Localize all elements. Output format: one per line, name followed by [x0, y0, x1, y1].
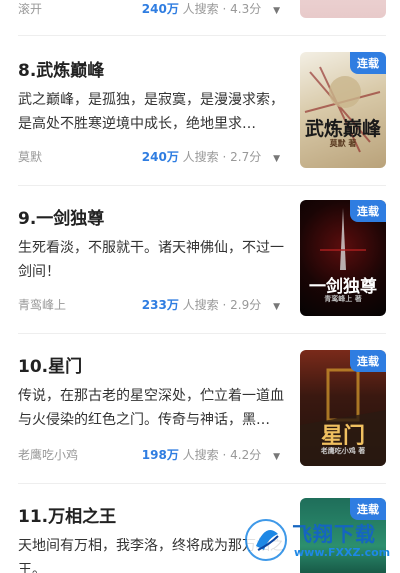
- book-title[interactable]: 10.星门: [18, 352, 82, 377]
- book-cover[interactable]: 一剑独尊 青鸾峰上 著 连载: [300, 200, 386, 316]
- search-label: 人搜索: [182, 150, 219, 164]
- status-badge: 连载: [350, 350, 386, 372]
- book-title[interactable]: 8.武炼巅峰: [18, 56, 104, 81]
- book-meta: 老鹰吃小鸡 198万 人搜索 · 4.2分 ▼: [18, 444, 280, 464]
- chevron-down-icon[interactable]: ▼: [273, 452, 280, 462]
- book-meta: 莫默 240万 人搜索 · 2.7分 ▼: [18, 146, 280, 166]
- chevron-down-icon[interactable]: ▼: [273, 302, 280, 312]
- search-label: 人搜索: [182, 298, 219, 312]
- rating: 2.9分: [230, 298, 262, 312]
- list-item-partial[interactable]: 滚开 240万 人搜索 · 4.3分 ▼: [0, 0, 400, 30]
- chevron-down-icon[interactable]: ▼: [273, 154, 280, 164]
- cover-title: 武炼巅峰: [304, 118, 381, 140]
- list-item[interactable]: 9.一剑独尊 生死看淡，不服就干。诸天神佛仙，不过一剑间！ 青鸾峰上 233万 …: [0, 186, 400, 334]
- rating: 4.3分: [230, 2, 262, 16]
- list-item[interactable]: 10.星门 传说，在那古老的星空深处，伫立着一道血与火侵染的红色之门。传奇与神话…: [0, 334, 400, 484]
- cover-author: 莫默 著: [329, 139, 357, 148]
- status-badge: 连载: [350, 52, 386, 74]
- book-title[interactable]: 11.万相之王: [18, 502, 116, 527]
- watermark-url: www.FXXZ.com: [294, 546, 391, 559]
- book-description: 传说，在那古老的星空深处，伫立着一道血与火侵染的红色之门。传奇与神话，黑…: [18, 388, 284, 428]
- list-item[interactable]: 8.武炼巅峰 武之巅峰，是孤独，是寂寞，是漫漫求索，是高处不胜寒逆境中成长，绝地…: [0, 36, 400, 186]
- watermark-logo: 飞翔下载 www.FXXZ.com: [244, 516, 394, 564]
- rating: 2.7分: [230, 150, 262, 164]
- book-meta: 青鸾峰上 233万 人搜索 · 2.9分 ▼: [18, 294, 280, 314]
- book-meta: 滚开 240万 人搜索 · 4.3分 ▼: [18, 0, 280, 18]
- search-count: 233万: [141, 298, 179, 312]
- cover-author: 老鹰吃小鸡 著: [320, 447, 366, 455]
- book-cover[interactable]: 武炼巅峰 莫默 著 连载: [300, 52, 386, 168]
- book-description: 生死看淡，不服就干。诸天神佛仙，不过一剑间！: [18, 240, 284, 280]
- book-author[interactable]: 青鸾峰上: [18, 296, 66, 313]
- chevron-down-icon[interactable]: ▼: [273, 6, 280, 16]
- book-description: 武之巅峰，是孤独，是寂寞，是漫漫求索，是高处不胜寒逆境中成长，绝地里求…: [18, 92, 284, 132]
- search-count: 198万: [141, 448, 179, 462]
- book-cover[interactable]: [300, 0, 386, 18]
- book-author[interactable]: 莫默: [18, 148, 42, 165]
- book-stats: 240万 人搜索 · 4.3分 ▼: [141, 2, 280, 16]
- book-author[interactable]: 老鹰吃小鸡: [18, 446, 78, 463]
- search-label: 人搜索: [182, 448, 219, 462]
- book-title[interactable]: 9.一剑独尊: [18, 204, 104, 229]
- watermark-name: 飞翔下载: [292, 522, 376, 546]
- book-author[interactable]: 滚开: [18, 0, 42, 17]
- cover-author: 青鸾峰上 著: [324, 295, 362, 303]
- search-count: 240万: [141, 150, 179, 164]
- book-stats: 240万 人搜索 · 2.7分 ▼: [141, 150, 280, 164]
- rating: 4.2分: [230, 448, 262, 462]
- book-stats: 198万 人搜索 · 4.2分 ▼: [141, 448, 280, 462]
- status-badge: 连载: [350, 200, 386, 222]
- search-count: 240万: [141, 2, 179, 16]
- search-label: 人搜索: [182, 2, 219, 16]
- book-cover[interactable]: 星门 老鹰吃小鸡 著 连载: [300, 350, 386, 466]
- book-stats: 233万 人搜索 · 2.9分 ▼: [141, 298, 280, 312]
